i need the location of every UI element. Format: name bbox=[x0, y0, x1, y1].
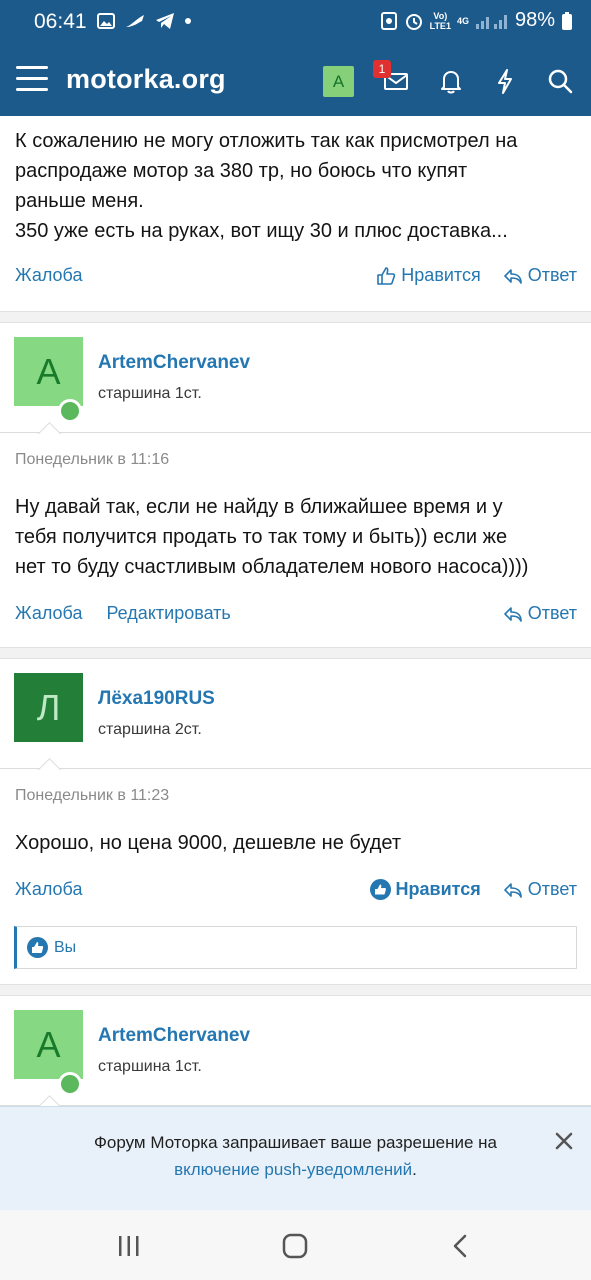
status-bar: 06:41 Vo) LTE1 4G 98% bbox=[0, 0, 591, 46]
author-rank: старшина 1ст. bbox=[98, 385, 202, 402]
back-icon[interactable] bbox=[446, 1232, 476, 1260]
push-message: Форум Моторка запрашивает ваше разрешени… bbox=[93, 1133, 497, 1152]
lightning-icon[interactable] bbox=[490, 66, 520, 96]
author-name[interactable]: Лёха190RUS bbox=[98, 688, 215, 710]
post-actions: Жалоба Редактировать Ответ bbox=[15, 603, 577, 629]
search-icon[interactable] bbox=[545, 66, 575, 96]
likes-summary[interactable]: Вы bbox=[14, 926, 577, 969]
post-separator bbox=[0, 311, 591, 323]
net-type: 4G bbox=[456, 15, 469, 26]
post-date[interactable]: Понедельник в 11:16 bbox=[15, 451, 169, 469]
report-link[interactable]: Жалоба bbox=[15, 265, 82, 286]
author-avatar[interactable]: A bbox=[14, 337, 83, 406]
post-author: Л Лёха190RUS старшина 2ст. bbox=[0, 659, 591, 769]
post-body: Хорошо, но цена 9000, дешевле не будет bbox=[15, 832, 402, 854]
author-rank: старшина 1ст. bbox=[98, 1058, 202, 1075]
author-name[interactable]: ArtemChervanev bbox=[98, 1025, 250, 1047]
post-separator bbox=[0, 647, 591, 659]
inbox-badge: 1 bbox=[373, 60, 391, 78]
like-button[interactable]: Нравится bbox=[376, 265, 481, 286]
reply-icon bbox=[503, 882, 522, 898]
site-title[interactable]: motorka.org bbox=[66, 64, 226, 95]
thumbs-up-filled-icon bbox=[369, 879, 391, 900]
post-actions: Жалоба Нравится Ответ bbox=[15, 265, 577, 291]
system-nav-bar bbox=[0, 1210, 591, 1280]
likes-by[interactable]: Вы bbox=[54, 939, 76, 957]
reply-icon bbox=[503, 268, 522, 284]
edit-link[interactable]: Редактировать bbox=[106, 603, 230, 624]
recent-apps-icon[interactable] bbox=[114, 1232, 144, 1260]
post-date[interactable]: Понедельник в 11:23 bbox=[15, 787, 169, 805]
push-notification-banner: Форум Моторка запрашивает ваше разрешени… bbox=[0, 1106, 591, 1210]
author-avatar[interactable]: A bbox=[14, 1010, 83, 1079]
reply-icon bbox=[503, 606, 522, 622]
post-body: Ну давай так, если не найду в ближайшее … bbox=[15, 496, 529, 578]
liked-button[interactable]: Нравится bbox=[369, 879, 481, 900]
post-actions: Жалоба Нравится Ответ bbox=[15, 879, 577, 905]
thumbs-up-icon bbox=[377, 266, 396, 285]
report-link[interactable]: Жалоба bbox=[15, 879, 82, 900]
bird-app-icon bbox=[126, 15, 144, 27]
signal-icon bbox=[475, 14, 507, 29]
reply-button[interactable]: Ответ bbox=[503, 879, 577, 900]
recycle-icon bbox=[380, 11, 397, 30]
dot-icon bbox=[185, 18, 191, 24]
author-avatar[interactable]: Л bbox=[14, 673, 83, 742]
reply-button[interactable]: Ответ bbox=[503, 265, 577, 286]
battery-icon bbox=[562, 11, 572, 30]
post-author: A ArtemChervanev старшина 1ст. bbox=[0, 996, 591, 1106]
home-icon[interactable] bbox=[280, 1232, 310, 1260]
author-rank: старшина 2ст. bbox=[98, 721, 202, 738]
push-enable-link[interactable]: включение push-уведомлений bbox=[174, 1160, 412, 1179]
author-name[interactable]: ArtemChervanev bbox=[98, 352, 250, 374]
report-link[interactable]: Жалоба bbox=[15, 603, 82, 624]
site-header: motorka.org A 1 bbox=[0, 46, 591, 116]
alarm-icon bbox=[405, 13, 422, 30]
post-author: A ArtemChervanev старшина 1ст. bbox=[0, 323, 591, 433]
reply-button[interactable]: Ответ bbox=[503, 603, 577, 624]
battery-level: 98% bbox=[514, 9, 555, 31]
gallery-icon bbox=[97, 13, 115, 29]
menu-icon[interactable] bbox=[16, 66, 48, 94]
telegram-icon bbox=[156, 13, 174, 29]
user-avatar[interactable]: A bbox=[323, 66, 354, 97]
close-icon[interactable] bbox=[552, 1129, 576, 1153]
status-time: 06:41 bbox=[34, 10, 87, 33]
post-body: К сожалению не могу отложить так как при… bbox=[15, 130, 518, 242]
like-badge-icon bbox=[27, 937, 48, 958]
bell-icon[interactable] bbox=[436, 66, 466, 96]
post-separator bbox=[0, 984, 591, 996]
